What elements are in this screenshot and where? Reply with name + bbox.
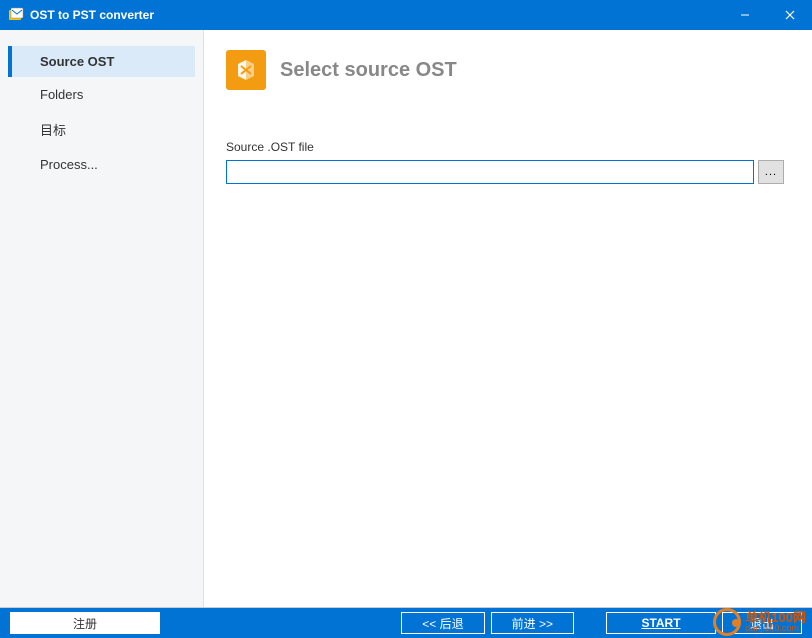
- source-field-row: ...: [226, 160, 784, 184]
- main-panel: Select source OST Source .OST file ...: [204, 30, 812, 607]
- sidebar-item-label: Source OST: [40, 54, 114, 69]
- sidebar-item-process[interactable]: Process...: [8, 149, 195, 180]
- sidebar-item-target[interactable]: 目标: [8, 112, 195, 147]
- page-heading: Select source OST: [280, 59, 457, 82]
- back-button[interactable]: << 后退: [401, 612, 484, 634]
- content-area: Source OST Folders 目标 Process... Select …: [0, 30, 812, 608]
- sidebar-item-folders[interactable]: Folders: [8, 79, 195, 110]
- forward-button[interactable]: 前进 >>: [491, 612, 574, 634]
- sidebar-item-label: Folders: [40, 87, 83, 102]
- browse-button[interactable]: ...: [758, 160, 784, 184]
- minimize-button[interactable]: [722, 0, 767, 30]
- sidebar-item-label: 目标: [40, 123, 66, 138]
- window-controls: [722, 0, 812, 30]
- app-icon: [8, 7, 24, 23]
- close-button[interactable]: [767, 0, 812, 30]
- sidebar: Source OST Folders 目标 Process...: [0, 30, 204, 607]
- main-header: Select source OST: [226, 50, 784, 90]
- sidebar-item-source-ost[interactable]: Source OST: [8, 46, 195, 77]
- sidebar-item-label: Process...: [40, 157, 98, 172]
- titlebar: OST to PST converter: [0, 0, 812, 30]
- exchange-icon: [226, 50, 266, 90]
- footer: 注册 << 后退 前进 >> START 退出: [0, 608, 812, 638]
- window-title: OST to PST converter: [30, 8, 722, 22]
- register-button[interactable]: 注册: [10, 612, 160, 634]
- exit-button[interactable]: 退出: [722, 612, 802, 634]
- source-field-label: Source .OST file: [226, 140, 784, 154]
- start-button[interactable]: START: [606, 612, 716, 634]
- source-ost-input[interactable]: [226, 160, 754, 184]
